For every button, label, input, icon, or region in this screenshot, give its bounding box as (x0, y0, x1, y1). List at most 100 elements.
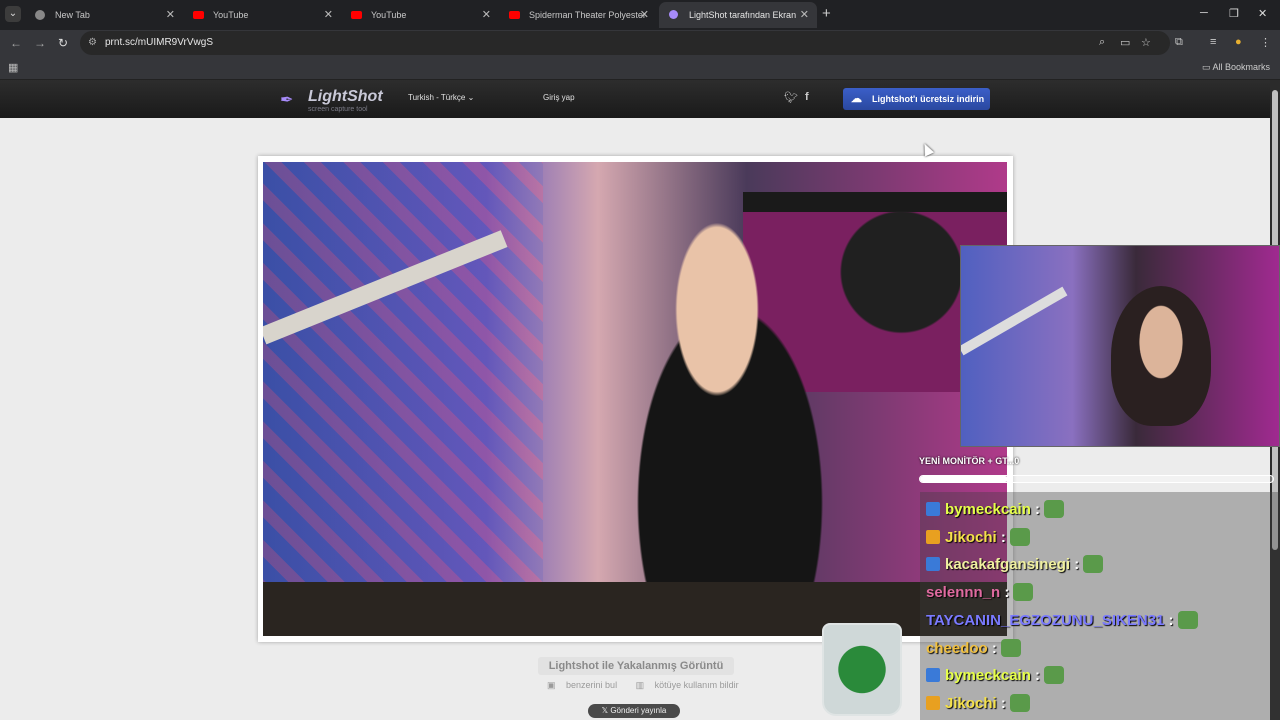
back-icon[interactable]: ← (10, 36, 22, 50)
goal-progress-fill (920, 476, 1009, 482)
extensions-icon[interactable]: ⧉ (1175, 36, 1183, 49)
chat-message: Jikochi : (926, 692, 1030, 716)
feather-icon: ✒ (280, 92, 294, 109)
goal-progress-bar (919, 475, 1274, 483)
chat-username: bymeckcain (945, 667, 1031, 685)
tweet-label: Gönderi yayınla (610, 706, 667, 715)
chevron-down-icon: ⌄ (467, 93, 475, 102)
tab-search-button[interactable]: ⌄ (5, 6, 21, 22)
find-similar-label: benzerini bul (566, 680, 618, 690)
chat-message: cheedoo : (926, 637, 1021, 661)
facebook-icon[interactable]: f (805, 91, 809, 103)
forward-icon[interactable]: → (34, 36, 46, 50)
chat-emote-icon (1177, 610, 1198, 629)
language-select[interactable]: Turkish - Türkçe ⌄ (408, 93, 474, 102)
chat-badge-icon (926, 695, 940, 710)
minimize-icon[interactable]: ─ (1200, 7, 1208, 19)
youtube-icon (351, 11, 362, 19)
chat-badge-icon (926, 529, 940, 544)
chat-username: bymeckcain (945, 501, 1031, 518)
tab-title: New Tab (55, 10, 90, 20)
chat-separator: : (996, 528, 1006, 546)
report-link[interactable]: ▥ kötüye kullanım bildir (636, 680, 747, 690)
chat-username: kacakafgansinegi (945, 556, 1071, 574)
chat-emote-icon (1009, 527, 1030, 546)
chat-message: TAYCANIN_EGZOZUNU_SIKEN31 : (926, 609, 1198, 633)
media-icon[interactable]: ≡ (1210, 36, 1216, 48)
chat-message: kacakafgansinegi : (926, 553, 1104, 577)
login-link[interactable]: Giriş yap (543, 93, 575, 102)
streamer-webcam (960, 245, 1280, 447)
chat-message: selennn_n : (926, 581, 1034, 605)
all-bookmarks[interactable]: ▭ All Bookmarks (1202, 62, 1270, 73)
chat-emote-icon (1009, 693, 1030, 712)
tweet-button[interactable]: 𝕏 Gönderi yayınla (588, 704, 680, 718)
bookmarks-bar: ▦ ▭ All Bookmarks (0, 56, 1280, 80)
close-icon[interactable]: ✕ (640, 2, 649, 28)
camera-icon: ▣ (547, 680, 556, 690)
new-tab-button[interactable]: + (822, 5, 831, 22)
address-url[interactable]: prnt.sc/mUIMR9VrVwgS (105, 37, 213, 48)
cast-icon[interactable]: ▭ (1120, 36, 1130, 49)
report-label: kötüye kullanım bildir (654, 680, 739, 690)
chat-separator: : (996, 694, 1006, 712)
tab-new-tab[interactable]: New Tab ✕ (25, 2, 183, 28)
bookmark-star-icon[interactable]: ☆ (1141, 36, 1151, 49)
zoom-icon[interactable]: ⌕ (1099, 36, 1105, 49)
chat-emote-icon (1044, 666, 1065, 685)
chat-separator: : (987, 639, 997, 657)
tab-spiderman[interactable]: Spiderman Theater Polyester E...✕ (499, 2, 657, 46)
logo-subtitle: screen capture tool (308, 106, 368, 113)
chat-username: Jikochi (945, 528, 997, 546)
browser-toolbar: ← → ↻ ⚙ prnt.sc/mUIMR9VrVwgS ⌕ ▭ ☆ ⧉ ≡ ●… (0, 30, 1280, 56)
close-window-icon[interactable]: ✕ (1258, 7, 1267, 20)
apps-grid-icon[interactable]: ▦ (8, 61, 18, 74)
image-caption: Lightshot ile Yakalanmış Görüntü (538, 657, 734, 675)
chat-username: Jikochi (945, 694, 997, 712)
mic-arm (961, 286, 1068, 356)
screenshot-image (263, 162, 1007, 636)
goal-label: YENİ MONİTÖR + GT...0 (919, 456, 1020, 466)
screenshot-frame (258, 156, 1013, 642)
chat-badge-icon (926, 502, 940, 516)
menu-icon[interactable]: ⋮ (1260, 36, 1271, 49)
download-button[interactable]: ☁ Lightshot'ı ücretsiz indirin (843, 88, 990, 110)
close-icon[interactable]: ✕ (482, 2, 491, 28)
tab-title: YouTube (371, 10, 407, 20)
tab-strip: ⌄ New Tab ✕ YouTube ✕ YouTube ✕ Spiderman T… (0, 0, 1280, 46)
tab-lightshot[interactable]: LightShot tarafından Ekran Gör...✕ (659, 2, 817, 46)
lightshot-header: ✒ LightShot screen capture tool Turkish … (0, 80, 1270, 118)
find-similar-link[interactable]: ▣ benzerini bul (547, 680, 625, 690)
mouse-cursor (919, 141, 935, 157)
site-info-icon[interactable]: ⚙ (88, 37, 97, 48)
profile-icon[interactable]: ● (1235, 36, 1242, 48)
trash-icon: ▥ (635, 680, 645, 690)
download-icon: ☁ (851, 93, 862, 105)
chat-emote-icon (1083, 555, 1104, 574)
cookie-jar-overlay (822, 623, 902, 716)
chat-separator: : (1000, 584, 1010, 602)
lightshot-logo[interactable]: ✒ LightShot screen capture tool (280, 86, 383, 114)
chat-username: cheedoo (926, 639, 988, 657)
stream-chat: bymeckcain : Jikochi : kacakafgansinegi :s… (920, 492, 1280, 720)
all-bookmarks-label: All Bookmarks (1212, 62, 1270, 72)
chat-separator: : (1070, 556, 1080, 574)
restore-icon[interactable]: ❐ (1229, 7, 1239, 20)
tab-youtube-1[interactable]: YouTube ✕ (183, 2, 341, 28)
chat-emote-icon (1000, 638, 1021, 657)
chat-separator: : (1164, 611, 1174, 629)
chat-separator: : (1030, 667, 1041, 685)
close-icon[interactable]: ✕ (800, 2, 809, 28)
tab-youtube-2[interactable]: YouTube ✕ (341, 2, 499, 28)
chat-separator: : (1030, 501, 1041, 518)
tab-title: YouTube (213, 10, 249, 20)
reload-icon[interactable]: ↻ (58, 36, 68, 50)
close-icon[interactable]: ✕ (166, 2, 175, 28)
twitter-icon[interactable]: 🐦︎ (784, 91, 798, 104)
chat-username: selennn_n (926, 584, 1001, 602)
address-bar[interactable]: ⚙ prnt.sc/mUIMR9VrVwgS (80, 31, 1170, 55)
chat-message: bymeckcain : (926, 498, 1065, 522)
logo-name: LightShot (308, 88, 383, 105)
close-icon[interactable]: ✕ (324, 2, 333, 28)
chat-emote-icon (1013, 583, 1034, 602)
